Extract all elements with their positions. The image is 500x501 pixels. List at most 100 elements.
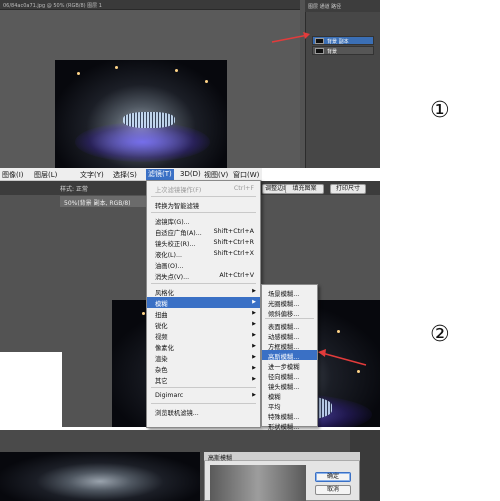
menu-shortcut: Shift+Ctrl+R (213, 239, 254, 246)
submenu-arrow-icon: ▶ (252, 299, 256, 305)
blue-floor-glow (75, 122, 210, 162)
car-photo-blurred (0, 452, 200, 501)
layer-thumbnail (315, 48, 324, 54)
menu-window[interactable]: 窗口(W) (233, 170, 259, 180)
menu-separator (151, 403, 256, 404)
filter-menu-item[interactable]: 转换为智能滤镜 (147, 199, 260, 210)
menu-filter[interactable]: 滤镜(T) (146, 169, 174, 180)
dialog-preview[interactable] (210, 465, 306, 501)
layer-thumbnail (315, 38, 324, 44)
menu-3d[interactable]: 3D(D) (180, 170, 201, 178)
document-tab[interactable]: 06/84ac0a71.jpg @ 50% (RGB/8) 图层 1 (0, 0, 300, 10)
spacer (262, 168, 380, 181)
menu-shortcut: Ctrl+F (233, 185, 254, 192)
menu-image[interactable]: 图像(I) (2, 170, 24, 180)
menu-item-label: 自适应广角(A)... (155, 230, 202, 237)
submenu-arrow-icon: ▶ (252, 321, 256, 327)
filter-menu-item[interactable]: 其它 ▶ (147, 374, 260, 385)
panel-tabs[interactable]: 图层 通道 路径 (305, 0, 380, 12)
filter-menu: 上次滤镜操作(F) Ctrl+F 转换为智能滤镜 滤镜库(G)... 自适应广角(A).… (146, 180, 261, 428)
ceiling-light (205, 80, 208, 83)
red-arrow-icon (318, 349, 367, 366)
blur-menu-item[interactable]: 径向模糊... (262, 370, 317, 381)
ceiling-light (337, 330, 340, 333)
menu-item-label: 消失点(V)... (155, 274, 190, 281)
submenu-arrow-icon: ▶ (252, 392, 256, 398)
menu-item-label: 扭曲 (155, 312, 168, 319)
blur-menu-item[interactable]: 形状模糊... (262, 420, 317, 431)
ok-button[interactable]: 确定 (315, 472, 351, 482)
blur-menu-item[interactable]: 模糊 (262, 390, 317, 401)
filter-menu-item[interactable]: 像素化 ▶ (147, 341, 260, 352)
menu-select[interactable]: 选择(S) (113, 170, 137, 180)
filter-menu-item[interactable]: 风格化 ▶ (147, 286, 260, 297)
menu-item-label: 渲染 (155, 356, 168, 363)
cancel-button[interactable]: 取消 (315, 485, 351, 495)
menu-shortcut: Shift+Ctrl+A (213, 228, 254, 235)
filter-menu-item[interactable]: 上次滤镜操作(F) Ctrl+F (147, 183, 260, 194)
menu-item-label: 油画(O)... (155, 263, 184, 270)
submenu-arrow-icon: ▶ (252, 343, 256, 349)
menu-item-label: Digimarc (155, 392, 184, 399)
menu-item-label: 杂色 (155, 367, 168, 374)
submenu-arrow-icon: ▶ (252, 365, 256, 371)
blur-menu-item[interactable]: 动感模糊... (262, 330, 317, 341)
blur-menu-item[interactable]: 平均 (262, 400, 317, 411)
menu-item-label: 液化(L)... (155, 252, 183, 259)
red-arrow-icon (271, 32, 310, 43)
menu-separator (265, 318, 314, 319)
step-label-1: ① (430, 98, 450, 123)
menu-item-label: 滤镜库(G)... (155, 219, 190, 226)
dialog-titlebar[interactable]: 高斯模糊 (204, 452, 360, 462)
menu-layer[interactable]: 图层(L) (34, 170, 57, 180)
filter-menu-item[interactable]: 扭曲 ▶ (147, 308, 260, 319)
layer-row-background[interactable]: 背景 (312, 46, 374, 55)
blur-menu-item[interactable]: 场景模糊... (262, 287, 317, 298)
filter-menu-item[interactable]: 视频 ▶ (147, 330, 260, 341)
ceiling-light (142, 312, 145, 315)
blank-area (0, 352, 62, 427)
filter-menu-item[interactable]: 滤镜库(G)... (147, 215, 260, 226)
blur-menu-item[interactable]: 镜头模糊... (262, 380, 317, 391)
menu-shortcut: Alt+Ctrl+V (219, 272, 254, 279)
car-photo (55, 60, 227, 172)
submenu-arrow-icon: ▶ (252, 354, 256, 360)
menu-item-label: 视频 (155, 334, 168, 341)
layer-row-background-copy[interactable]: 背景 副本 (312, 36, 374, 45)
submenu-arrow-icon: ▶ (252, 288, 256, 294)
filter-menu-item[interactable]: 浏览联机滤镜... (147, 406, 260, 417)
blur-menu-item[interactable]: 表面模糊... (262, 320, 317, 331)
menu-item-label: 镜头校正(R)... (155, 241, 196, 248)
menu-item-label: 上次滤镜操作(F) (155, 187, 202, 194)
menu-item-label: 风格化 (155, 290, 174, 297)
ceiling-light (175, 69, 178, 72)
fill-pattern-button[interactable]: 填充图案 (285, 184, 324, 194)
filter-menu-item[interactable]: 液化(L)... Shift+Ctrl+X (147, 248, 260, 259)
filter-menu-item[interactable]: 自适应广角(A)... Shift+Ctrl+A (147, 226, 260, 237)
menu-separator (151, 196, 256, 197)
filter-menu-item[interactable]: 杂色 ▶ (147, 363, 260, 374)
filter-menu-item[interactable]: 消失点(V)... Alt+Ctrl+V (147, 270, 260, 281)
ceiling-light (115, 66, 118, 69)
ceiling-light (77, 72, 80, 75)
filter-menu-item[interactable]: Digimarc ▶ (147, 390, 260, 401)
submenu-arrow-icon: ▶ (252, 376, 256, 382)
menu-item-label: 像素化 (155, 345, 174, 352)
layers-panel (305, 0, 380, 168)
ceiling-light (357, 370, 360, 373)
menu-separator (151, 212, 256, 213)
filter-menu-item[interactable]: 模糊 ▶ (147, 297, 260, 308)
blur-menu-item[interactable]: 特殊模糊... (262, 410, 317, 421)
menu-view[interactable]: 视图(V) (204, 170, 228, 180)
menu-shortcut: Shift+Ctrl+X (213, 250, 254, 257)
filter-menu-item[interactable]: 镜头校正(R)... Shift+Ctrl+R (147, 237, 260, 248)
blur-menu-item[interactable]: 倾斜偏移... (262, 307, 317, 318)
menu-item-label: 模糊 (155, 301, 168, 308)
print-size-button[interactable]: 打印尺寸 (330, 184, 366, 194)
filter-menu-item[interactable]: 油画(O)... (147, 259, 260, 270)
car-grill (123, 112, 175, 128)
filter-menu-item[interactable]: 锐化 ▶ (147, 319, 260, 330)
menu-type[interactable]: 文字(Y) (80, 170, 104, 180)
blur-menu-item[interactable]: 光圈模糊... (262, 297, 317, 308)
filter-menu-item[interactable]: 渲染 ▶ (147, 352, 260, 363)
